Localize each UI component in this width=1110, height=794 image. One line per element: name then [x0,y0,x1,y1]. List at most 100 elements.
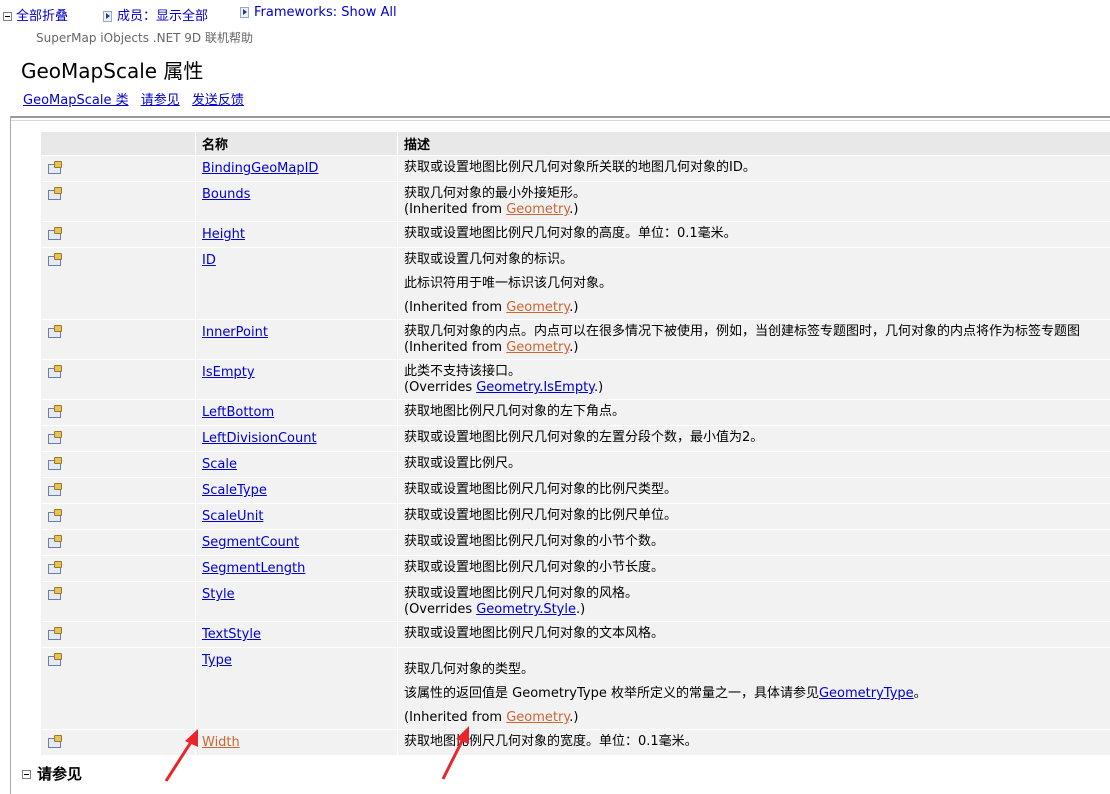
table-row: ScaleType 获取或设置地图比例尺几何对象的比例尺类型。 [40,477,1110,504]
inheritance-suffix: .) [594,380,604,395]
row-description-cell: 获取几何对象的内点。内点可以在很多情况下被使用，例如，当创建标签专题图时，几何对… [397,319,1110,360]
property-icon [47,535,62,548]
row-icon-cell [40,399,196,426]
send-feedback-link[interactable]: 发送反馈 [192,93,244,108]
description-text: 获取或设置比例尺。 [404,456,522,471]
description-column-header: 描述 [397,131,1110,156]
row-description-cell: 获取或设置地图比例尺几何对象所关联的地图几何对象的ID。 [397,155,1110,182]
property-icon [47,161,62,174]
divider [10,120,1110,121]
table-row: Width 获取地图比例尺几何对象的宽度。单位：0.1毫米。 [40,729,1110,756]
property-link[interactable]: LeftBottom [202,405,274,420]
header-links: GeoMapScale 类 请参见 发送反馈 [23,89,252,108]
property-link[interactable]: Scale [202,457,237,472]
table-row: Bounds 获取几何对象的最小外接矩形。 (Inherited from Geom… [40,181,1110,222]
inheritance-suffix: .) [569,710,579,725]
row-icon-cell [40,425,196,452]
property-link[interactable]: Type [202,653,232,668]
row-name-cell: IsEmpty [195,359,398,400]
row-name-cell: InnerPoint [195,319,398,360]
product-name: SuperMap iObjects .NET 9D 联机帮助 [36,31,253,45]
see-also-section[interactable]: 请参见 [22,763,82,784]
description-text: 获取或设置地图比例尺几何对象的小节个数。 [404,534,665,549]
description-text: 。 [913,686,927,701]
top-toolbar: 全部折叠 成员：显示全部 Frameworks: Show All [0,0,1110,24]
members-filter-button[interactable]: 成员：显示全部 [103,5,208,24]
description-text: 该属性的返回值是 GeometryType 枚举所定义的常量之一，具体请参见Ge… [404,686,1110,702]
row-description-cell: 获取或设置比例尺。 [397,451,1110,478]
table-row: LeftBottom 获取地图比例尺几何对象的左下角点。 [40,399,1110,426]
row-icon-cell [40,729,196,756]
property-link[interactable]: SegmentLength [202,561,305,576]
table-row: Height 获取或设置地图比例尺几何对象的高度。单位：0.1毫米。 [40,221,1110,248]
row-icon-cell [40,181,196,222]
property-link[interactable]: ID [202,253,216,268]
property-icon [47,325,62,338]
base-class-link[interactable]: Geometry.Style [476,602,576,617]
description-text: 获取或设置地图比例尺几何对象的风格。 [404,586,639,601]
property-link[interactable]: ScaleType [202,483,267,498]
base-class-link[interactable]: Geometry [506,202,569,217]
inheritance-prefix: (Inherited from [404,710,507,725]
row-description-cell: 获取或设置地图比例尺几何对象的比例尺单位。 [397,503,1110,530]
base-class-link[interactable]: Geometry [506,340,569,355]
base-class-link[interactable]: Geometry [506,710,569,725]
description-text: 获取或设置几何对象的标识。 [404,252,574,267]
property-link[interactable]: InnerPoint [202,325,268,340]
frameworks-filter-button[interactable]: Frameworks: Show All [240,5,397,20]
row-description-cell: 获取或设置地图比例尺几何对象的比例尺类型。 [397,477,1110,504]
property-icon [47,227,62,240]
divider [10,116,1110,118]
table-row: LeftDivisionCount 获取或设置地图比例尺几何对象的左置分段个数，最… [40,425,1110,452]
type-link[interactable]: GeometryType [819,686,914,701]
property-icon [47,509,62,522]
property-link[interactable]: Height [202,227,245,242]
row-name-cell: ScaleUnit [195,503,398,530]
row-icon-cell [40,529,196,556]
row-description-cell: 获取或设置地图比例尺几何对象的左置分段个数，最小值为2。 [397,425,1110,452]
description-text: 获取几何对象的类型。 [404,662,535,677]
row-name-cell: SegmentLength [195,555,398,582]
row-name-cell: Type [195,647,398,730]
property-icon [47,627,62,640]
inheritance-prefix: (Inherited from [404,340,507,355]
inheritance-note: (Inherited from Geometry.) [404,710,1110,726]
inheritance-suffix: .) [569,202,579,217]
property-link[interactable]: Bounds [202,187,250,202]
base-class-link[interactable]: Geometry.IsEmpty [476,380,594,395]
table-row: Style 获取或设置地图比例尺几何对象的风格。 (Overrides Geomet… [40,581,1110,622]
property-icon [47,735,62,748]
row-icon-cell [40,581,196,622]
collapse-all-button[interactable]: 全部折叠 [3,5,68,24]
name-column-header: 名称 [195,131,398,156]
see-also-link[interactable]: 请参见 [141,93,180,108]
property-link[interactable]: IsEmpty [202,365,255,380]
inheritance-note: (Inherited from Geometry.) [404,202,1110,218]
property-link[interactable]: Width [202,735,240,750]
property-link[interactable]: ScaleUnit [202,509,263,524]
class-link[interactable]: GeoMapScale 类 [23,93,129,108]
table-row: ScaleUnit 获取或设置地图比例尺几何对象的比例尺单位。 [40,503,1110,530]
description-text: 获取几何对象的最小外接矩形。 [404,186,587,201]
row-description-cell: 获取地图比例尺几何对象的左下角点。 [397,399,1110,426]
row-name-cell: Width [195,729,398,756]
property-link[interactable]: BindingGeoMapID [202,161,318,176]
base-class-link[interactable]: Geometry [506,300,569,315]
row-icon-cell [40,555,196,582]
property-link[interactable]: LeftDivisionCount [202,431,317,446]
row-description-cell: 获取或设置地图比例尺几何对象的小节长度。 [397,555,1110,582]
row-description-cell: 获取或设置几何对象的标识。 此标识符用于唯一标识该几何对象。 (Inherited … [397,247,1110,320]
property-icon [47,483,62,496]
row-icon-cell [40,503,196,530]
row-name-cell: Style [195,581,398,622]
description-text: 获取或设置地图比例尺几何对象的比例尺类型。 [404,482,678,497]
property-link[interactable]: Style [202,587,235,602]
property-link[interactable]: SegmentCount [202,535,299,550]
row-icon-cell [40,247,196,320]
inheritance-note: (Overrides Geometry.Style.) [404,602,1110,618]
property-link[interactable]: TextStyle [202,627,261,642]
content-border [10,116,11,794]
row-description-cell: 获取或设置地图比例尺几何对象的小节个数。 [397,529,1110,556]
row-name-cell: SegmentCount [195,529,398,556]
table-row: SegmentLength 获取或设置地图比例尺几何对象的小节长度。 [40,555,1110,582]
